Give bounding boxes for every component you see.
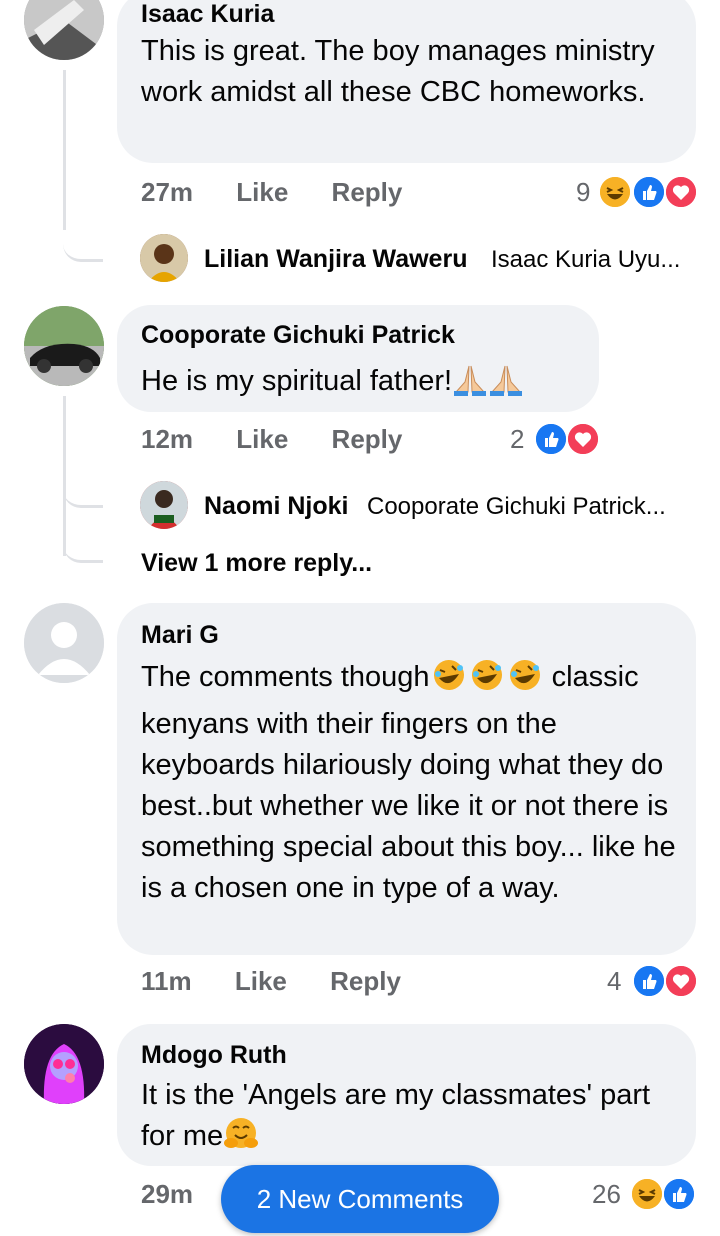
comment-bubble[interactable]: Mari G The comments though classic kenya… bbox=[117, 603, 696, 955]
love-icon[interactable] bbox=[664, 175, 698, 209]
view-more-replies-link[interactable]: View 1 more reply... bbox=[141, 549, 372, 578]
reaction-count[interactable]: 9 bbox=[576, 177, 590, 208]
comment-text-rest: classic kenyans with their fingers on th… bbox=[141, 661, 676, 904]
comment-author[interactable]: Cooporate Gichuki Patrick bbox=[141, 321, 455, 350]
love-icon[interactable] bbox=[566, 422, 600, 456]
thread-line bbox=[63, 70, 66, 230]
comment-meta: 27m Like Reply bbox=[141, 177, 402, 208]
reaction-count[interactable]: 4 bbox=[607, 966, 621, 997]
comment-bubble[interactable]: Isaac Kuria This is great. The boy manag… bbox=[117, 0, 696, 163]
reply-button[interactable]: Reply bbox=[330, 966, 401, 996]
comment-meta: 11m Like Reply bbox=[141, 966, 401, 997]
comment-text-content: It is the 'Angels are my classmates' par… bbox=[141, 1079, 651, 1152]
reply-avatar[interactable] bbox=[140, 481, 188, 529]
like-button[interactable]: Like bbox=[236, 424, 288, 454]
comment-time[interactable]: 29m bbox=[141, 1179, 193, 1209]
reply-author[interactable]: Naomi Njoki bbox=[204, 492, 348, 521]
reply-button[interactable]: Reply bbox=[332, 424, 403, 454]
comment-text: This is great. The boy manages ministry … bbox=[141, 35, 655, 108]
like-button[interactable]: Like bbox=[235, 966, 287, 996]
haha-icon[interactable] bbox=[598, 175, 632, 209]
comment-bubble[interactable]: Cooporate Gichuki Patrick He is my spiri… bbox=[117, 305, 599, 412]
comment-text-line1: The comments though bbox=[141, 661, 430, 693]
comment-author[interactable]: Mari G bbox=[141, 621, 219, 650]
comment-meta: 12m Like Reply bbox=[141, 424, 402, 455]
hugging-face-icon bbox=[223, 1117, 259, 1163]
new-comments-button[interactable]: 2 New Comments bbox=[221, 1165, 499, 1233]
love-icon[interactable] bbox=[664, 964, 698, 998]
like-icon[interactable] bbox=[662, 1177, 696, 1211]
rofl-icon bbox=[506, 658, 544, 704]
avatar[interactable] bbox=[24, 306, 104, 386]
folded-hands-icon bbox=[488, 364, 524, 408]
avatar[interactable] bbox=[24, 0, 104, 60]
comment-meta: 29m bbox=[141, 1179, 193, 1210]
comment-text: It is the 'Angels are my classmates' par… bbox=[141, 1075, 681, 1163]
comment-time[interactable]: 12m bbox=[141, 424, 193, 454]
comment-bubble[interactable]: Mdogo Ruth It is the 'Angels are my clas… bbox=[117, 1024, 696, 1166]
default-avatar-icon[interactable] bbox=[24, 603, 104, 683]
folded-hands-icon bbox=[452, 364, 488, 408]
reply-preview[interactable]: Cooporate Gichuki Patrick... bbox=[367, 493, 666, 521]
reaction-count[interactable]: 2 bbox=[510, 424, 524, 455]
like-button[interactable]: Like bbox=[236, 177, 288, 207]
rofl-icon bbox=[430, 658, 468, 704]
reply-author[interactable]: Lilian Wanjira Waweru bbox=[204, 245, 467, 274]
comment-time[interactable]: 27m bbox=[141, 177, 193, 207]
rofl-icon bbox=[468, 658, 506, 704]
like-icon[interactable] bbox=[534, 422, 568, 456]
comment-text: The comments though classic kenyans with… bbox=[141, 657, 681, 909]
comment-text: He is my spiritual father! bbox=[141, 361, 601, 408]
thread-connector bbox=[63, 525, 103, 563]
reply-preview[interactable]: Isaac Kuria Uyu... bbox=[491, 246, 680, 274]
comment-author[interactable]: Mdogo Ruth bbox=[141, 1041, 287, 1070]
reaction-count[interactable]: 26 bbox=[592, 1179, 621, 1210]
haha-icon[interactable] bbox=[630, 1177, 664, 1211]
avatar[interactable] bbox=[24, 1024, 104, 1104]
comment-author[interactable]: Isaac Kuria bbox=[141, 0, 274, 29]
reply-button[interactable]: Reply bbox=[332, 177, 403, 207]
reply-avatar[interactable] bbox=[140, 234, 188, 282]
thread-connector bbox=[63, 470, 103, 508]
comment-time[interactable]: 11m bbox=[141, 966, 192, 996]
thread-connector bbox=[63, 225, 103, 262]
like-icon[interactable] bbox=[632, 175, 666, 209]
comment-text-content: He is my spiritual father! bbox=[141, 365, 453, 397]
like-icon[interactable] bbox=[632, 964, 666, 998]
